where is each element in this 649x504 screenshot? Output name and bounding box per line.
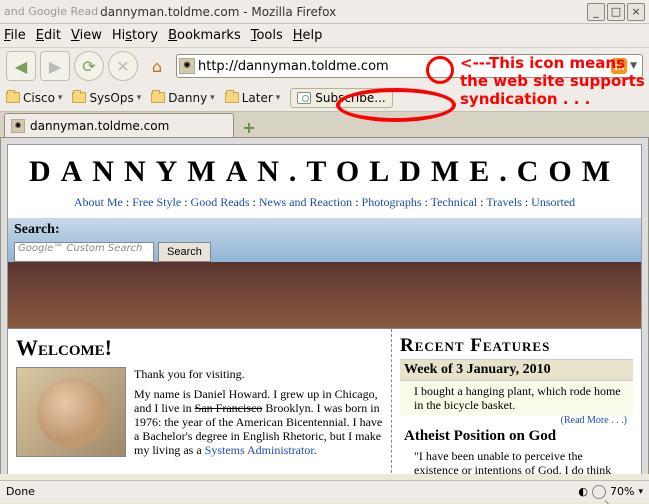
menu-edit[interactable]: Edit [36, 28, 61, 43]
bookmark-folder-danny[interactable]: Danny▾ [151, 91, 214, 105]
recent-heading: Recent Features [400, 335, 633, 357]
search-input[interactable]: Google™ Custom Search [14, 242, 154, 262]
welcome-text: Thank you for visiting. My name is Danie… [134, 367, 383, 463]
bookmark-label: Later [242, 91, 273, 105]
author-photo [16, 367, 126, 457]
nav-free[interactable]: Free Style [132, 195, 181, 209]
subscribe-button[interactable]: Subscribe... [290, 88, 392, 108]
zoom-value: 70% [610, 485, 634, 498]
subscribe-icon [297, 92, 311, 104]
nav-toolbar: ◀ ▶ ⟳ ✕ ⌂ ✺ http://dannyman.toldme.com ▼ [0, 48, 649, 84]
chevron-down-icon: ▾ [638, 487, 643, 497]
zoom-control[interactable]: ◐ 70% ▾ [578, 485, 643, 499]
welcome-heading: Welcome! [16, 335, 383, 361]
subscribe-label: Subscribe... [315, 91, 385, 105]
atheist-body: "I have been unable to perceive the exis… [400, 447, 633, 474]
recent-features-column: Recent Features Week of 3 January, 2010 … [391, 329, 641, 474]
menubar: File Edit View History Bookmarks Tools H… [0, 24, 649, 48]
reload-button[interactable]: ⟳ [74, 51, 104, 81]
search-button[interactable]: Search [158, 242, 211, 262]
nav-tech[interactable]: Technical [431, 195, 477, 209]
menu-tools[interactable]: Tools [251, 28, 283, 43]
site-nav: About Me : Free Style : Good Reads : New… [8, 195, 641, 218]
tab-favicon-icon: ✺ [11, 119, 25, 133]
url-dropdown-icon[interactable]: ▼ [630, 61, 637, 71]
week-body: I bought a hanging plant, which rode hom… [400, 381, 633, 415]
bookmark-label: Danny [168, 91, 207, 105]
bookmark-folder-later[interactable]: Later▾ [225, 91, 281, 105]
search-label: Search: [14, 222, 60, 238]
menu-file[interactable]: File [4, 28, 26, 43]
read-more-link[interactable]: (Read More . . .) [400, 415, 633, 426]
maximize-button[interactable]: □ [607, 3, 625, 21]
chevron-down-icon: ▾ [276, 93, 281, 103]
site-title: DANNYMAN.TOLDME.COM [8, 145, 641, 195]
status-bar: Done ◐ 70% ▾ [0, 480, 649, 502]
folder-icon [72, 92, 86, 103]
nav-unsorted[interactable]: Unsorted [531, 195, 575, 209]
status-text: Done [6, 485, 35, 498]
menu-help[interactable]: Help [293, 28, 323, 43]
tab-strip: ✺ dannyman.toldme.com + [0, 112, 649, 138]
title-prefix: and Google Read [4, 5, 98, 18]
bookmark-label: Cisco [23, 91, 55, 105]
week-heading: Week of 3 January, 2010 [400, 359, 633, 381]
magnify-icon [592, 485, 606, 499]
chevron-down-icon: ▾ [137, 93, 142, 103]
welcome-column: Welcome! Thank you for visiting. My name… [8, 329, 391, 474]
welcome-thanks: Thank you for visiting. [134, 367, 383, 381]
nav-news[interactable]: News and Reaction [259, 195, 352, 209]
rendered-page: DANNYMAN.TOLDME.COM About Me : Free Styl… [7, 144, 642, 474]
chevron-down-icon: ▾ [58, 93, 63, 103]
nav-travels[interactable]: Travels [486, 195, 522, 209]
window-title: dannyman.toldme.com - Mozilla Firefox [98, 5, 585, 19]
content-area: DANNYMAN.TOLDME.COM About Me : Free Styl… [0, 138, 649, 474]
welcome-bio: My name is Daniel Howard. I grew up in C… [134, 387, 383, 457]
stop-button[interactable]: ✕ [108, 51, 138, 81]
new-tab-button[interactable]: + [238, 117, 260, 137]
home-button[interactable]: ⌂ [142, 51, 172, 81]
bookmarks-toolbar: Cisco▾ SysOps▾ Danny▾ Later▾ Subscribe..… [0, 84, 649, 112]
url-bar[interactable]: ✺ http://dannyman.toldme.com ▼ [176, 54, 643, 78]
search-placeholder: Google™ Custom Search [18, 243, 143, 254]
folder-icon [151, 92, 165, 103]
back-button[interactable]: ◀ [6, 51, 36, 81]
minimize-button[interactable]: _ [587, 3, 605, 21]
tab-label: dannyman.toldme.com [30, 119, 169, 133]
bookmark-folder-sysops[interactable]: SysOps ▾ [72, 91, 141, 105]
bio-period: . [314, 443, 317, 457]
folder-icon [6, 92, 20, 103]
bookmark-label: SysOps [89, 91, 133, 105]
menu-history[interactable]: History [112, 28, 158, 43]
forward-button[interactable]: ▶ [40, 51, 70, 81]
menu-bookmarks[interactable]: Bookmarks [168, 28, 241, 43]
nav-photo[interactable]: Photographs [362, 195, 422, 209]
menu-view[interactable]: View [71, 28, 102, 43]
atheist-heading: Atheist Position on God [400, 426, 633, 447]
folder-icon [225, 92, 239, 103]
zoom-icon: ◐ [578, 485, 588, 498]
nav-about[interactable]: About Me [74, 195, 123, 209]
nav-good[interactable]: Good Reads [191, 195, 250, 209]
chevron-down-icon: ▾ [210, 93, 215, 103]
site-favicon-icon: ✺ [179, 58, 195, 74]
bookmark-folder-cisco[interactable]: Cisco▾ [6, 91, 62, 105]
url-text[interactable]: http://dannyman.toldme.com [198, 59, 611, 74]
close-button[interactable]: × [627, 3, 645, 21]
tab-dannyman[interactable]: ✺ dannyman.toldme.com [4, 113, 234, 137]
rss-feed-icon[interactable] [611, 58, 627, 74]
bio-strike: San Francisco [195, 401, 263, 415]
titlebar: and Google Read dannyman.toldme.com - Mo… [0, 0, 649, 24]
sysadmin-link[interactable]: Systems Administrator [205, 443, 314, 457]
banner-image: Search: Google™ Custom Search Search [8, 218, 641, 328]
